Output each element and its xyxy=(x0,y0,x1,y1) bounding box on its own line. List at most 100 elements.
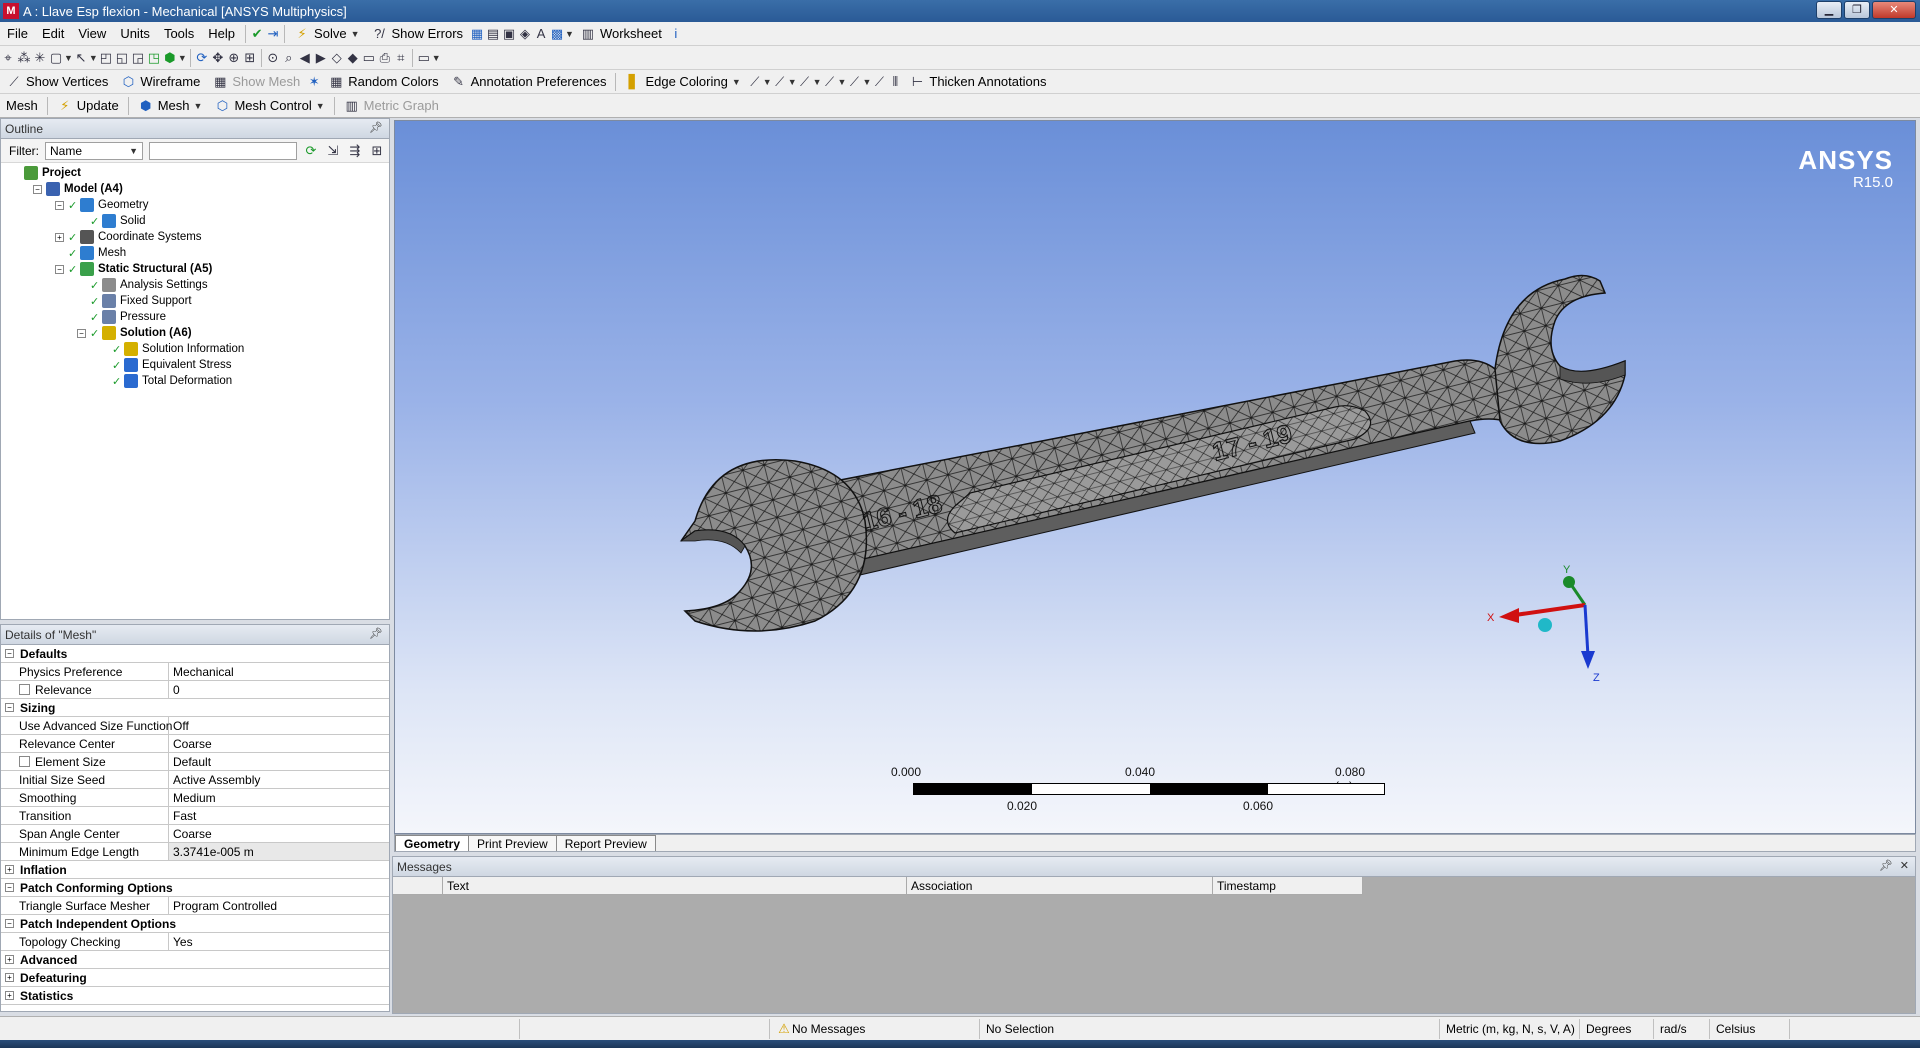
worksheet-button[interactable]: ▥ Worksheet xyxy=(574,23,668,45)
tab-geometry[interactable]: Geometry xyxy=(395,835,470,851)
details-group-header[interactable]: − Patch Conforming Options xyxy=(1,879,389,897)
collapse-icon[interactable]: − xyxy=(5,703,14,712)
section-view-icon[interactable]: ▭ xyxy=(361,50,377,66)
details-group-header[interactable]: + Advanced xyxy=(1,951,389,969)
details-property-row[interactable]: Relevance Center Coarse xyxy=(1,735,389,753)
show-vertices-button[interactable]: ⟋ Show Vertices xyxy=(0,71,114,93)
chevron-down-icon[interactable]: ▼ xyxy=(64,53,73,63)
viewport-layout-icon[interactable]: ▭ xyxy=(416,50,432,66)
parameter-checkbox[interactable] xyxy=(19,684,30,695)
collapse-icon[interactable]: − xyxy=(55,200,64,210)
iso-view-icon[interactable]: ◇ xyxy=(329,50,345,66)
tree-node[interactable]: − ✓ Solution (A6) xyxy=(1,325,389,341)
select-body-icon[interactable]: ◳ xyxy=(146,50,162,66)
expand-icon[interactable]: + xyxy=(55,232,64,242)
details-property-row[interactable]: Smoothing Medium xyxy=(1,789,389,807)
select-node-icon[interactable]: ✳ xyxy=(32,50,48,66)
details-property-row[interactable]: Minimum Edge Length 3.3741e-005 m xyxy=(1,843,389,861)
property-value[interactable]: 0 xyxy=(169,681,389,698)
image-icon[interactable]: ▣ xyxy=(501,26,517,42)
chart-icon[interactable]: ▤ xyxy=(485,26,501,42)
chevron-down-icon[interactable]: ▼ xyxy=(432,53,441,63)
show-mesh-button[interactable]: ▦ Show Mesh xyxy=(206,71,306,93)
details-property-row[interactable]: Element Size Default xyxy=(1,753,389,771)
collapse-icon[interactable]: − xyxy=(33,184,42,194)
select-face-icon[interactable]: ◲ xyxy=(130,50,146,66)
tab-print-preview[interactable]: Print Preview xyxy=(468,835,557,851)
details-property-row[interactable]: Use Advanced Size Function Off xyxy=(1,717,389,735)
magnifier-icon[interactable]: ⌕ xyxy=(281,50,297,66)
close-button[interactable]: ✕ xyxy=(1872,1,1916,19)
annotation-preferences-button[interactable]: ✎ Annotation Preferences xyxy=(445,71,613,93)
details-group-header[interactable]: + Statistics xyxy=(1,987,389,1005)
select-mode-icon[interactable]: ▢ xyxy=(48,50,64,66)
property-value[interactable]: 3.3741e-005 m xyxy=(169,843,389,860)
status-angle-units[interactable]: Degrees xyxy=(1580,1018,1654,1039)
tree-node[interactable]: ✓ Fixed Support xyxy=(1,293,389,309)
status-units[interactable]: Metric (m, kg, N, s, V, A) xyxy=(1440,1018,1580,1039)
expand-icon[interactable]: + xyxy=(5,865,14,874)
details-property-row[interactable]: Topology Checking Yes xyxy=(1,933,389,951)
tree-node[interactable]: − ✓ Static Structural (A5) xyxy=(1,261,389,277)
graphics-viewport[interactable]: ANSYS R15.0 16 - 18 17 - 19 Y X Z 0.000 … xyxy=(394,120,1916,834)
messages-col-association[interactable]: Association xyxy=(907,877,1213,894)
property-value[interactable]: Off xyxy=(169,717,389,734)
tree-node[interactable]: ✓ Pressure xyxy=(1,309,389,325)
select-point-icon[interactable]: ⌖ xyxy=(0,50,16,66)
comment-icon[interactable]: ◈ xyxy=(517,26,533,42)
image-capture-icon[interactable]: ▩ xyxy=(549,26,565,42)
mesh-dropdown-button[interactable]: ⬢ Mesh ▼ xyxy=(132,95,209,117)
property-value[interactable]: Fast xyxy=(169,807,389,824)
details-property-row[interactable]: Span Angle Center Coarse xyxy=(1,825,389,843)
thicken-annotations-button[interactable]: ⊢ Thicken Annotations xyxy=(903,71,1052,93)
set-view-icon[interactable]: ◆ xyxy=(345,50,361,66)
close-icon[interactable]: ✕ xyxy=(1900,859,1909,872)
property-value[interactable]: Program Controlled xyxy=(169,897,389,914)
chevron-down-icon[interactable]: ▼ xyxy=(838,77,847,87)
pin-icon[interactable]: 📌︎ xyxy=(369,627,383,640)
solve-button[interactable]: ⚡ Solve ▼ xyxy=(288,23,365,45)
edge-options-icon[interactable]: ⟋ xyxy=(846,74,862,90)
tab-report-preview[interactable]: Report Preview xyxy=(555,835,656,851)
box-zoom-icon[interactable]: ⊞ xyxy=(242,50,258,66)
property-value[interactable]: Mechanical xyxy=(169,663,389,680)
cursor-icon[interactable]: ↖ xyxy=(73,50,89,66)
edge-style-icon[interactable]: ⟋ xyxy=(772,74,788,90)
chevron-down-icon[interactable]: ▼ xyxy=(351,29,360,39)
rotate-icon[interactable]: ⟳ xyxy=(194,50,210,66)
zoom-to-fit-icon[interactable]: ⊙ xyxy=(265,50,281,66)
collapse-icon[interactable]: − xyxy=(55,264,64,274)
details-property-row[interactable]: Physics Preference Mechanical xyxy=(1,663,389,681)
menu-view[interactable]: View xyxy=(71,23,113,45)
metric-graph-button[interactable]: ▥ Metric Graph xyxy=(338,95,445,117)
filter-input[interactable] xyxy=(149,141,297,160)
status-messages[interactable]: ⚠ No Messages xyxy=(770,1018,980,1039)
mesh-control-button[interactable]: ⬡ Mesh Control ▼ xyxy=(208,95,330,117)
check-ok-icon[interactable]: ✔ xyxy=(249,26,265,42)
collapse-icon[interactable]: − xyxy=(5,649,14,658)
details-property-row[interactable]: Triangle Surface Mesher Program Controlle… xyxy=(1,897,389,915)
details-group-header[interactable]: + Inflation xyxy=(1,861,389,879)
tree-node[interactable]: ✓ Analysis Settings xyxy=(1,277,389,293)
parameter-checkbox[interactable] xyxy=(19,756,30,767)
wrench-mesh-model[interactable]: 16 - 18 17 - 19 Y X Z xyxy=(395,121,1916,834)
edge-join-icon[interactable]: ⟋ xyxy=(822,74,838,90)
edge-thickness-icon[interactable]: ⟋ xyxy=(797,74,813,90)
collapse-icon[interactable]: − xyxy=(5,883,14,892)
status-temp-units[interactable]: Celsius xyxy=(1710,1018,1790,1039)
details-group-header[interactable]: − Sizing xyxy=(1,699,389,717)
chevron-down-icon[interactable]: ▼ xyxy=(565,29,574,39)
tree-node[interactable]: ✓ Total Deformation xyxy=(1,373,389,389)
chevron-down-icon[interactable]: ▼ xyxy=(788,77,797,87)
tree-node[interactable]: + ✓ Coordinate Systems xyxy=(1,229,389,245)
property-value[interactable]: Coarse xyxy=(169,735,389,752)
select-mesh-icon[interactable]: ⁂ xyxy=(16,50,32,66)
next-view-icon[interactable]: ▶ xyxy=(313,50,329,66)
chevron-down-icon[interactable]: ▼ xyxy=(763,77,772,87)
tree-nav-icon[interactable]: ⇶ xyxy=(347,143,363,159)
property-value[interactable]: Medium xyxy=(169,789,389,806)
axes-icon[interactable]: ✶ xyxy=(306,74,322,90)
print-icon[interactable]: ⎙ xyxy=(377,50,393,66)
wireframe-button[interactable]: ⬡ Wireframe xyxy=(114,71,206,93)
details-group-header[interactable]: − Patch Independent Options xyxy=(1,915,389,933)
